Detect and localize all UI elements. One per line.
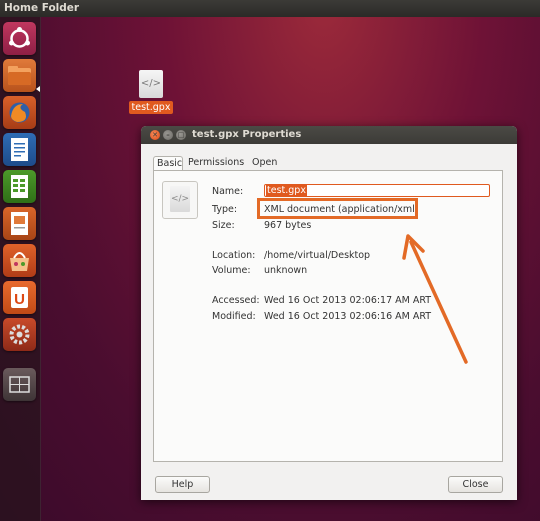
annotation-arrow [402,234,468,364]
